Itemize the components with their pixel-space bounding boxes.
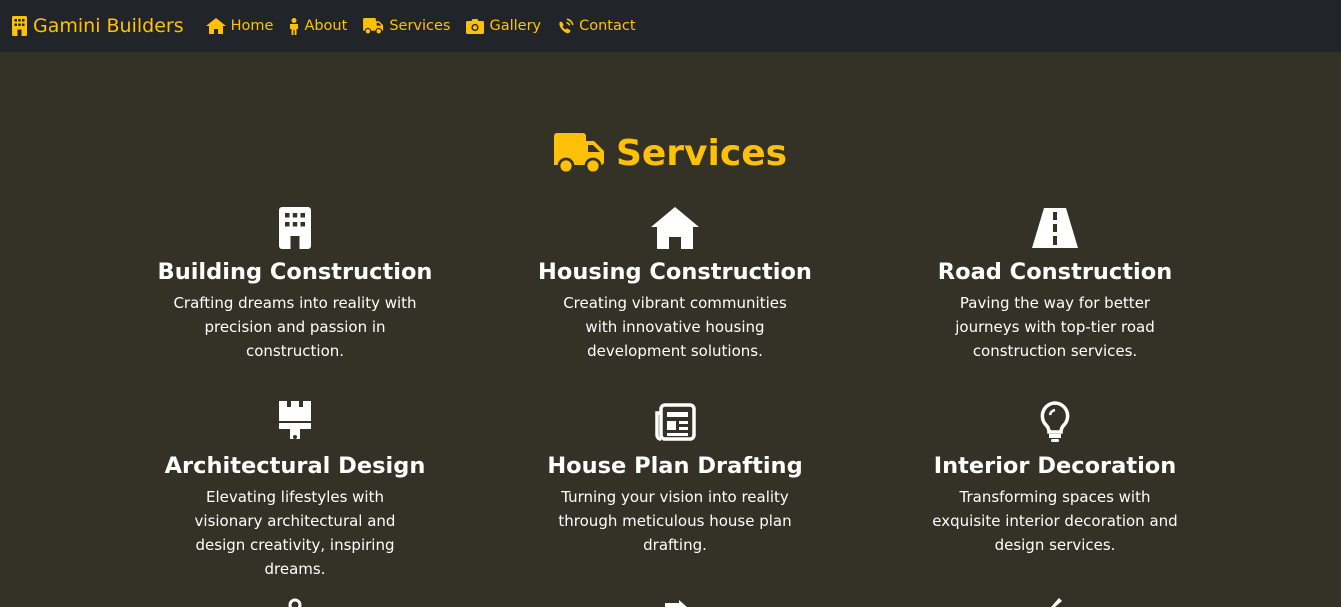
service-card-interior: Interior Decoration Transforming spaces … <box>865 399 1245 581</box>
truck-icon <box>363 18 384 34</box>
truck-icon <box>553 133 604 174</box>
lightbulb-icon <box>1040 401 1070 442</box>
service-description: Transforming spaces with exquisite inter… <box>932 488 1178 554</box>
nav-contact[interactable]: Contact <box>557 17 636 35</box>
paintbrush-icon <box>279 401 311 439</box>
services-grid: Building Construction Crafting dreams in… <box>105 205 1245 581</box>
service-title: Architectural Design <box>164 453 426 479</box>
nav-contact-label: Contact <box>579 18 636 34</box>
partial-icon <box>288 598 302 607</box>
service-title: Building Construction <box>157 259 433 285</box>
service-title: Interior Decoration <box>933 453 1177 479</box>
nav-gallery-label: Gallery <box>489 18 542 34</box>
nav-gallery[interactable]: Gallery <box>466 18 541 34</box>
phone-volume-icon <box>559 17 574 33</box>
next-row-icons-partial <box>105 598 1245 607</box>
house-icon <box>651 207 699 249</box>
service-card-drafting: House Plan Drafting Turning your vision … <box>485 399 865 581</box>
nav-services-label: Services <box>389 18 451 34</box>
brand-name: Gamini Builders <box>33 15 184 37</box>
service-title: House Plan Drafting <box>547 453 803 479</box>
service-description: Crafting dreams into reality with precis… <box>173 294 417 360</box>
service-card-road: Road Construction Paving the way for bet… <box>865 205 1245 363</box>
nav-home-label: Home <box>230 18 274 34</box>
service-description: Turning your vision into reality through… <box>558 488 792 554</box>
brand-link[interactable]: Gamini Builders <box>12 15 184 37</box>
road-icon <box>1032 208 1078 248</box>
service-description: Elevating lifestyles with visionary arch… <box>194 488 396 578</box>
services-title: Services <box>615 132 788 174</box>
services-heading: Services <box>0 132 1341 174</box>
service-card-building: Building Construction Crafting dreams in… <box>105 205 485 363</box>
building-icon <box>279 207 311 249</box>
nav-home[interactable]: Home <box>205 18 274 34</box>
partial-icon <box>665 600 687 607</box>
camera-icon <box>466 18 485 34</box>
service-card-architecture: Architectural Design Elevating lifestyle… <box>105 399 485 581</box>
navbar: Gamini Builders Home About Services Gall… <box>0 0 1341 52</box>
partial-icon <box>1051 598 1062 607</box>
service-title: Road Construction <box>937 259 1173 285</box>
nav-links: Home About Services Gallery Contact <box>205 17 652 35</box>
service-card-housing: Housing Construction Creating vibrant co… <box>485 205 865 363</box>
nav-services[interactable]: Services <box>363 18 450 34</box>
nav-about-label: About <box>304 18 348 34</box>
service-description: Creating vibrant communities with innova… <box>563 294 787 360</box>
person-icon <box>290 17 299 35</box>
newspaper-icon <box>655 403 696 441</box>
nav-about[interactable]: About <box>289 17 348 35</box>
service-title: Housing Construction <box>538 259 812 285</box>
building-icon <box>12 16 27 36</box>
service-description: Paving the way for better journeys with … <box>955 294 1155 360</box>
home-icon <box>205 18 226 34</box>
